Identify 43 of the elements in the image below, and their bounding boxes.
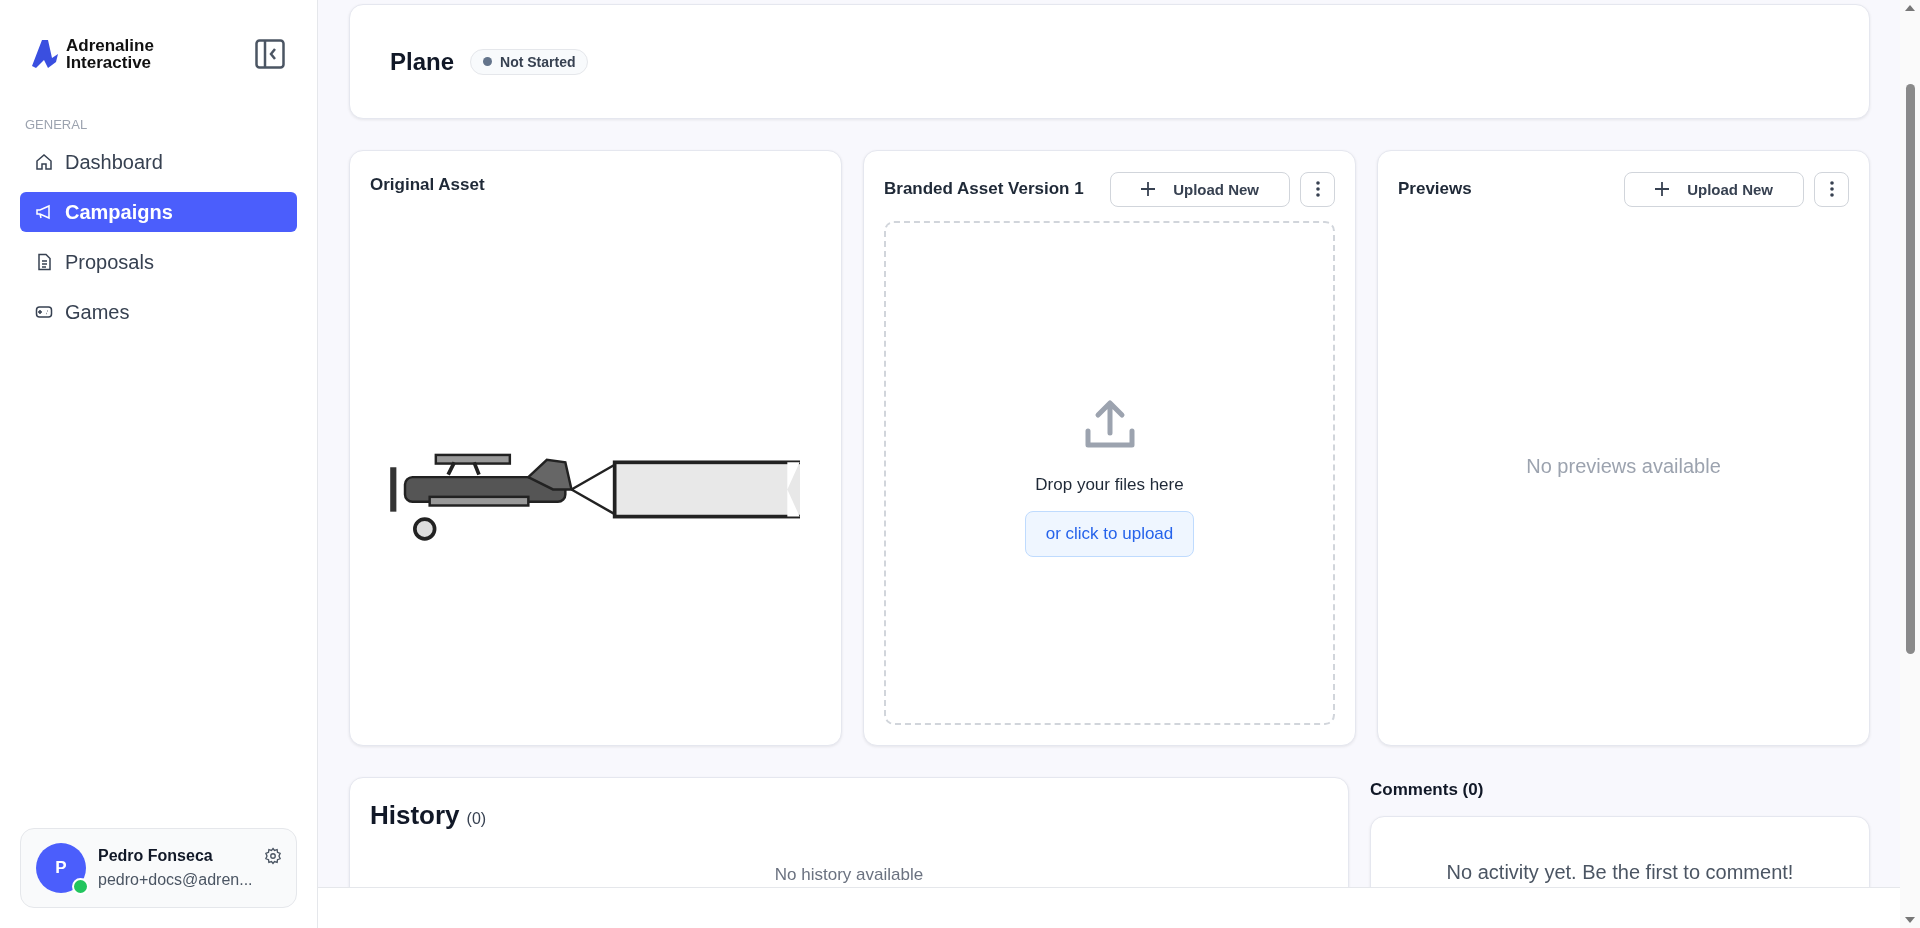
- upload-button[interactable]: Upload New: [1624, 171, 1804, 207]
- section-title: History: [370, 800, 460, 831]
- plus-icon: [1655, 182, 1670, 196]
- nav-item[interactable]: Dashboard: [20, 142, 297, 182]
- gamepad-icon: [35, 303, 53, 321]
- more-icon: [1315, 181, 1320, 197]
- card-title: Original Asset: [369, 174, 486, 195]
- empty-message: No activity yet. Be the first to comment!: [1445, 861, 1795, 884]
- user-card[interactable]: P Pedro Fonseca pedro+docs@adren...: [20, 828, 297, 908]
- upload-icon: [1083, 399, 1136, 451]
- upload-link-button[interactable]: or click to upload: [1024, 511, 1195, 557]
- home-icon: [35, 153, 53, 171]
- more-button[interactable]: [1814, 171, 1849, 207]
- upload-button[interactable]: Upload New: [1110, 171, 1290, 207]
- user-name: Pedro Fonseca: [98, 847, 214, 865]
- empty-message: No history available: [773, 865, 925, 885]
- settings-icon[interactable]: [264, 847, 282, 865]
- collapse-sidebar-icon[interactable]: [255, 39, 285, 69]
- drop-zone[interactable]: Drop your files here or click to upload: [884, 221, 1335, 725]
- megaphone-icon: [35, 203, 53, 221]
- status-badge: Not Started: [470, 48, 589, 75]
- nav-item[interactable]: Games: [20, 292, 297, 332]
- avatar: P: [36, 843, 86, 893]
- more-icon: [1829, 181, 1834, 197]
- document-icon: [35, 253, 53, 271]
- card-title: Branded Asset Version 1: [884, 179, 1085, 199]
- scroll-up-icon[interactable]: [1904, 4, 1916, 12]
- section-title: Comments (0): [1370, 780, 1485, 800]
- scroll-down-icon[interactable]: [1904, 916, 1916, 924]
- section-label: GENERAL: [25, 117, 89, 132]
- nav-item[interactable]: Proposals: [20, 242, 297, 282]
- history-count: (0): [466, 810, 487, 828]
- logo-icon: [30, 38, 60, 70]
- page-title: Plane: [390, 47, 455, 76]
- empty-message: No previews available: [1526, 454, 1721, 478]
- user-email: pedro+docs@adren...: [98, 871, 252, 889]
- scrollbar-thumb[interactable]: [1905, 84, 1915, 654]
- plus-icon: [1141, 182, 1156, 196]
- nav-item[interactable]: Campaigns: [20, 192, 297, 232]
- card-title: Previews: [1398, 179, 1473, 199]
- more-button[interactable]: [1300, 171, 1335, 207]
- brand-name: Adrenaline Interactive: [66, 37, 154, 71]
- drop-text: Drop your files here: [1035, 475, 1184, 495]
